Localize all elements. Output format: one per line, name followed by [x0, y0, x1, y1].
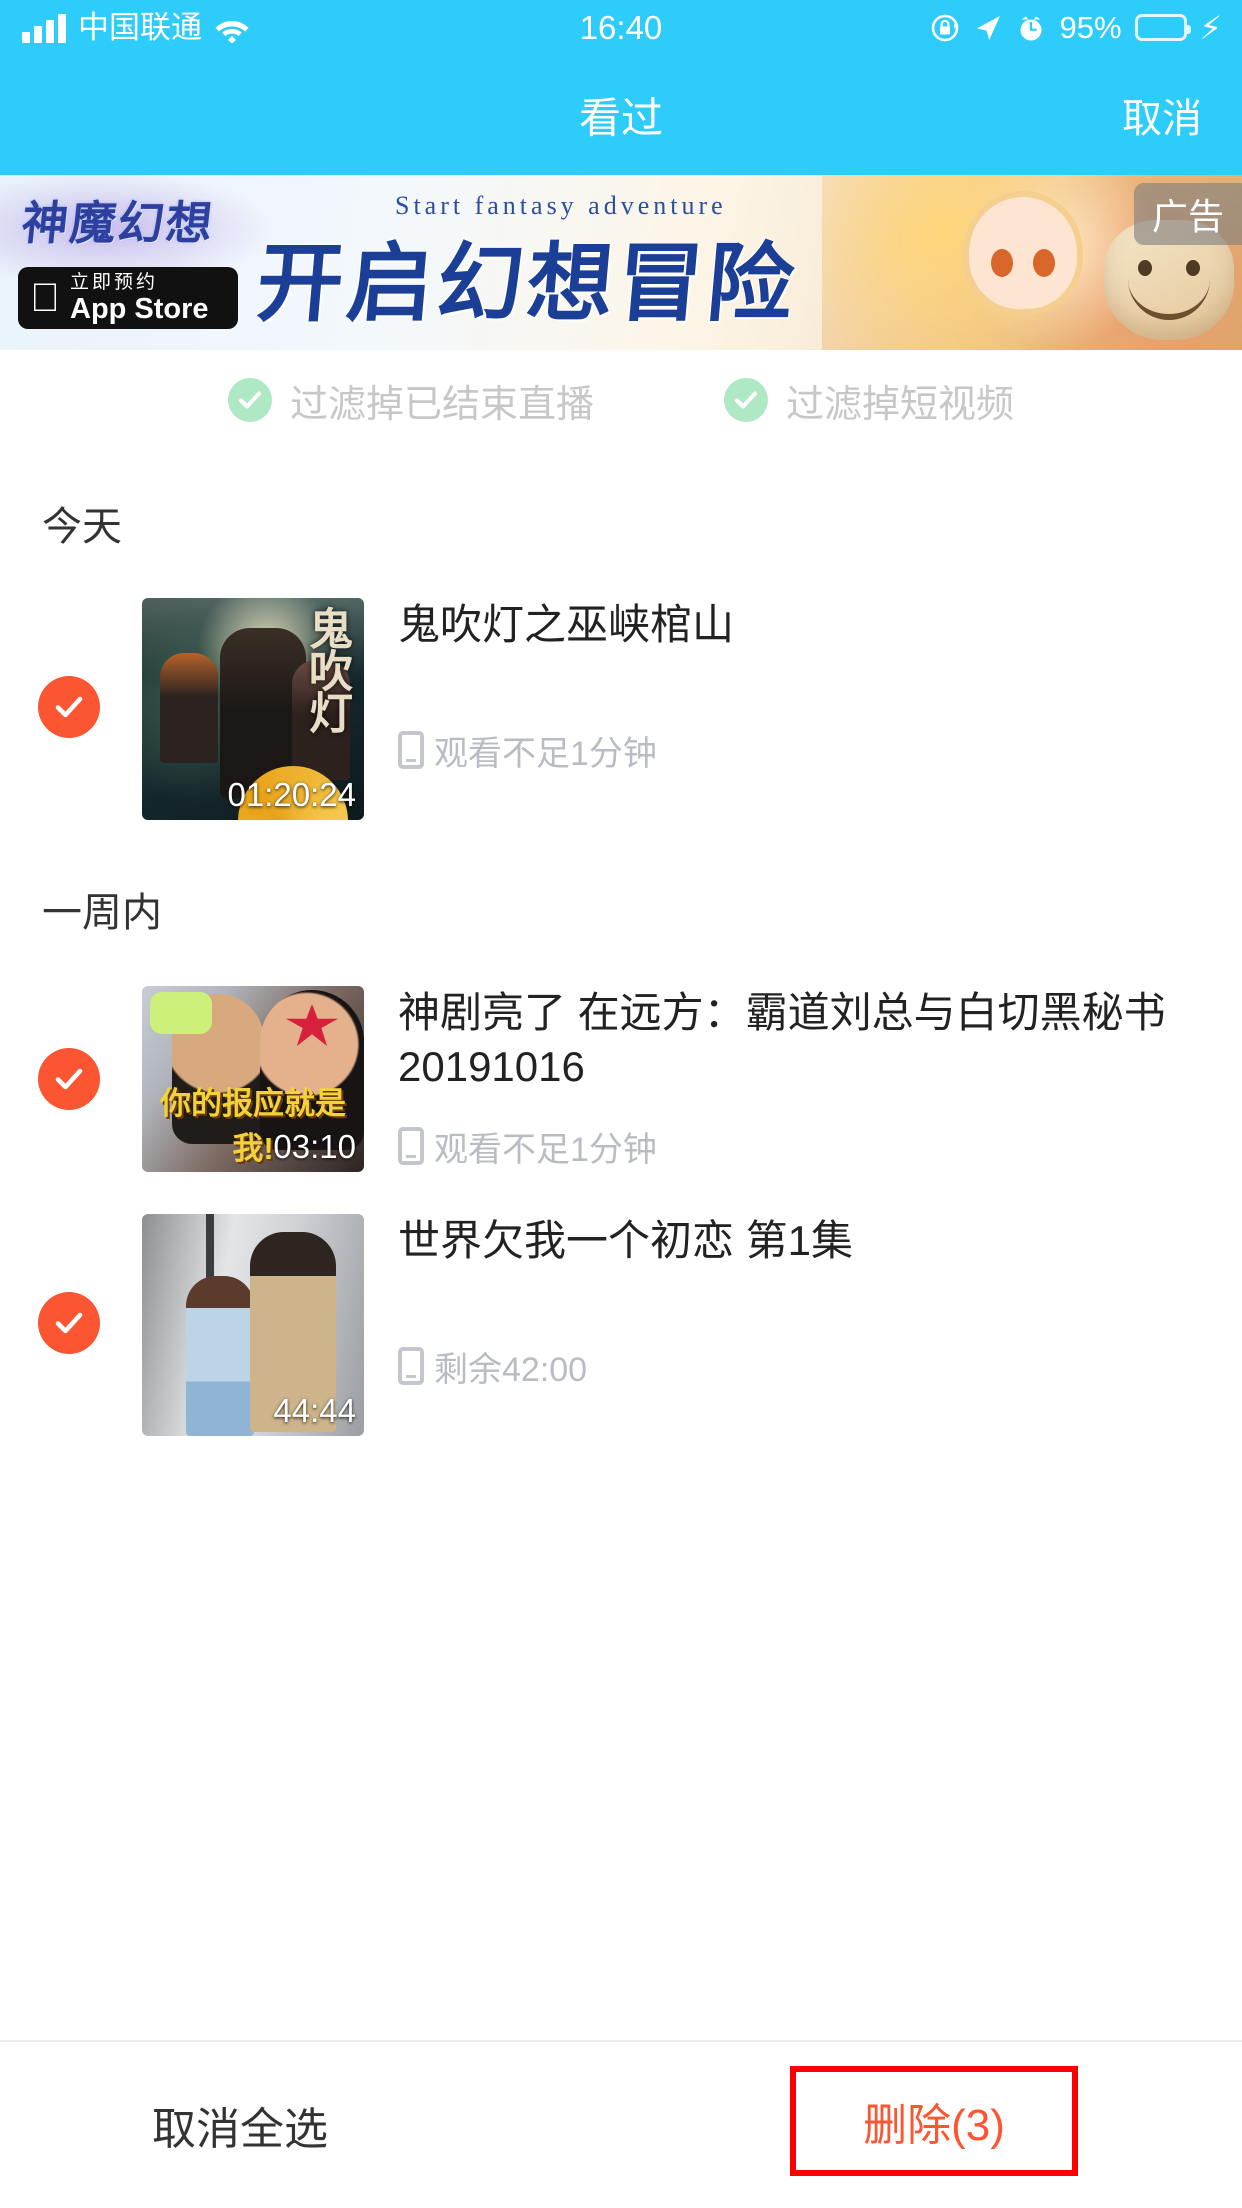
item-thumbnail[interactable]: 鬼吹灯 01:20:24 — [142, 598, 364, 820]
device-icon — [398, 731, 424, 770]
section-header-week: 一周内 — [42, 891, 162, 935]
banner-ad[interactable]: 神魔幻想 Start fantasy adventure 开启幻想冒险  立即… — [0, 175, 1242, 350]
item-progress-text: 剩余42:00 — [434, 1350, 588, 1389]
item-title: 神剧亮了 在远方：霸道刘总与白切黑秘书 20191016 — [398, 989, 1166, 1090]
appstore-pre-label: 立即预约 — [40, 271, 155, 293]
item-progress-text: 观看不足1分钟 — [434, 1130, 657, 1169]
item-title: 世界欠我一个初恋 第1集 — [398, 1217, 854, 1264]
ad-badge: 广告 — [1134, 183, 1242, 245]
section-header-today: 今天 — [42, 505, 122, 549]
history-list: 今天 鬼吹灯 01:20:24 鬼吹灯之巫峡棺山 观看不足1分钟 一周内 你的报… — [0, 450, 1242, 2040]
delete-button[interactable]: 删除(3) — [790, 2066, 1078, 2176]
list-item[interactable]: 你的报应就是我! 03:10 神剧亮了 在远方：霸道刘总与白切黑秘书 20191… — [0, 986, 1242, 1172]
item-progress-text: 观看不足1分钟 — [434, 734, 657, 773]
item-checkbox-selected[interactable] — [38, 1048, 100, 1110]
filter-toggle-live[interactable]: 过滤掉已结束直播 — [227, 373, 594, 428]
item-duration: 03:10 — [273, 1128, 356, 1165]
filter-label-shortvideo: 过滤掉短视频 — [786, 383, 1015, 426]
banner-character-face — [969, 197, 1077, 309]
filter-row: 过滤掉已结束直播 过滤掉短视频 — [0, 350, 1242, 450]
appstore-main-label: App Store — [40, 292, 209, 325]
charging-bolt-icon: ⚡ — [1199, 9, 1222, 46]
battery-icon — [1134, 14, 1191, 41]
filter-toggle-shortvideo[interactable]: 过滤掉短视频 — [724, 373, 1014, 428]
apple-logo-icon:  — [30, 278, 60, 318]
item-checkbox-selected[interactable] — [38, 676, 100, 738]
item-progress: 观看不足1分钟 — [398, 726, 1212, 775]
device-icon — [398, 1127, 424, 1165]
item-meta: 鬼吹灯之巫峡棺山 观看不足1分钟 — [398, 598, 1242, 775]
list-item[interactable]: 44:44 世界欠我一个初恋 第1集 剩余42:00 — [0, 1214, 1242, 1436]
appstore-button[interactable]:  立即预约 App Store — [18, 267, 238, 329]
banner-headline: 开启幻想冒险 — [253, 236, 802, 332]
bottom-action-bar: 取消全选 删除(3) — [0, 2040, 1242, 2208]
item-meta: 世界欠我一个初恋 第1集 剩余42:00 — [398, 1214, 1242, 1391]
list-item[interactable]: 鬼吹灯 01:20:24 鬼吹灯之巫峡棺山 观看不足1分钟 — [0, 598, 1242, 820]
item-duration: 01:20:24 — [227, 776, 356, 813]
item-duration: 44:44 — [273, 1392, 356, 1429]
rotation-lock-icon — [930, 13, 960, 43]
item-title: 鬼吹灯之巫峡棺山 — [398, 601, 735, 648]
check-circle-icon — [724, 378, 768, 422]
check-circle-icon — [227, 378, 272, 422]
item-meta: 神剧亮了 在远方：霸道刘总与白切黑秘书 20191016 观看不足1分钟 — [398, 986, 1242, 1171]
item-thumbnail[interactable]: 44:44 — [142, 1214, 364, 1436]
status-bar-right: 95% ⚡ — [930, 10, 1222, 46]
alarm-clock-icon — [1016, 13, 1046, 43]
poster-title-text: 鬼吹灯 — [302, 606, 351, 732]
item-progress: 剩余42:00 — [398, 1342, 1212, 1391]
filter-label-live: 过滤掉已结束直播 — [289, 383, 594, 426]
cancel-button[interactable]: 取消 — [1122, 86, 1202, 144]
deselect-all-button[interactable]: 取消全选 — [152, 2093, 328, 2157]
status-bar: 中国联通 16:40 95% ⚡ — [0, 0, 1242, 55]
banner-logo: 神魔幻想 — [19, 198, 217, 249]
page-title: 看过 — [578, 94, 663, 142]
item-thumbnail[interactable]: 你的报应就是我! 03:10 — [142, 986, 364, 1172]
location-arrow-icon — [973, 13, 1003, 43]
nav-bar: 看过 取消 — [0, 55, 1242, 175]
item-progress: 观看不足1分钟 — [398, 1122, 1212, 1171]
battery-percent-label: 95% — [1059, 9, 1122, 45]
device-icon — [398, 1347, 424, 1386]
item-checkbox-selected[interactable] — [38, 1292, 100, 1354]
